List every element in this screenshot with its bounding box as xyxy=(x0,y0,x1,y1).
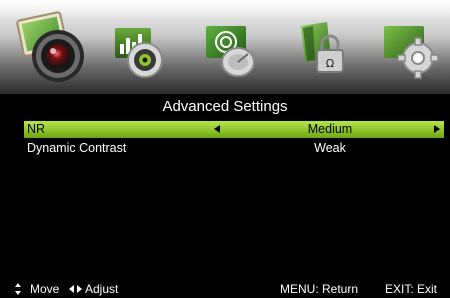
setup-tab[interactable] xyxy=(376,14,446,84)
picture-icon xyxy=(16,11,84,82)
sound-icon xyxy=(115,28,163,78)
sound-tab[interactable] xyxy=(105,14,175,84)
channel-tab[interactable] xyxy=(196,14,266,84)
footer-hints: Move Adjust MENU: Return EXIT: Exit xyxy=(0,280,450,298)
arrow-left-icon[interactable] xyxy=(214,125,220,133)
channel-icon xyxy=(206,26,255,77)
up-down-arrow-icon xyxy=(15,283,21,295)
move-hint: Move xyxy=(30,282,60,296)
setting-label: NR xyxy=(27,122,46,136)
setting-value: Medium xyxy=(307,122,353,136)
page-title: Advanced Settings xyxy=(162,98,288,115)
setting-row-dynamic-contrast[interactable]: Dynamic Contrast Weak xyxy=(24,140,444,157)
svg-text:Ω: Ω xyxy=(326,57,334,70)
gear-icon xyxy=(384,26,439,79)
menu-return-hint: MENU: Return xyxy=(280,282,359,296)
adjust-hint: Adjust xyxy=(85,282,119,296)
left-right-arrow-icon xyxy=(69,285,82,293)
lock-icon: Ω xyxy=(301,22,344,73)
setting-row-nr[interactable]: NR Medium xyxy=(24,121,444,138)
lock-tab[interactable]: Ω xyxy=(287,14,357,84)
picture-tab[interactable] xyxy=(14,10,90,86)
setting-value: Weak xyxy=(314,141,346,155)
setting-label: Dynamic Contrast xyxy=(27,141,127,155)
arrow-right-icon[interactable] xyxy=(434,125,440,133)
exit-hint: EXIT: Exit xyxy=(385,282,438,296)
menu-tab-bar: Ω xyxy=(0,0,450,94)
